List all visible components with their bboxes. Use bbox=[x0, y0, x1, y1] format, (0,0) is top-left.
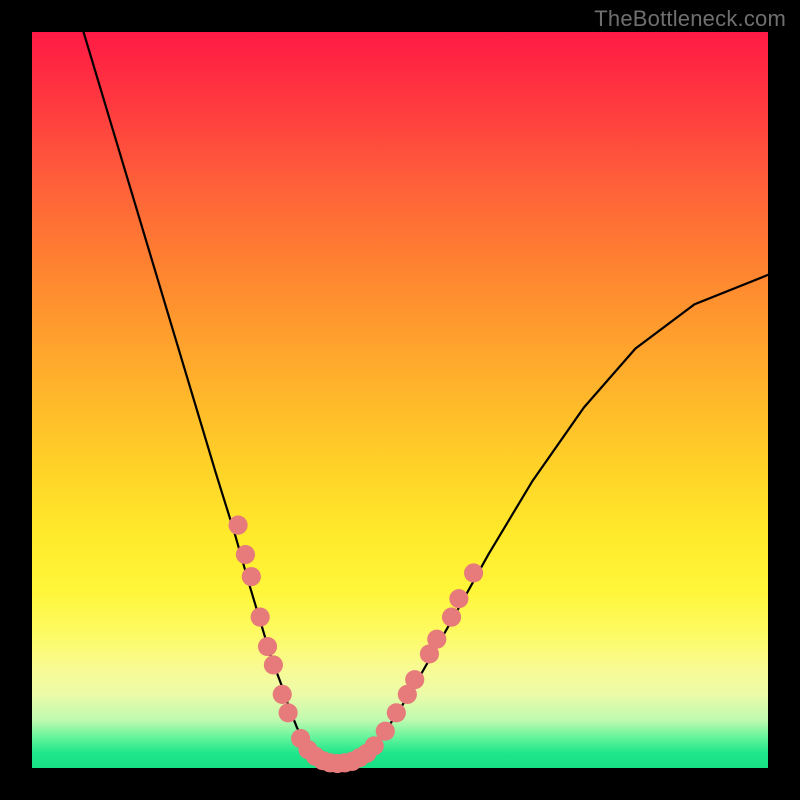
data-marker bbox=[236, 545, 255, 564]
data-marker bbox=[229, 516, 248, 535]
chart-svg bbox=[32, 32, 768, 768]
data-marker bbox=[279, 703, 298, 722]
data-marker bbox=[405, 670, 424, 689]
data-marker bbox=[251, 608, 270, 627]
data-marker bbox=[442, 608, 461, 627]
chart-plot-area bbox=[32, 32, 768, 768]
data-marker bbox=[258, 637, 277, 656]
data-marker bbox=[242, 567, 261, 586]
marker-group bbox=[229, 516, 484, 774]
data-marker bbox=[264, 655, 283, 674]
data-marker bbox=[273, 685, 292, 704]
data-marker bbox=[449, 589, 468, 608]
data-marker bbox=[464, 563, 483, 582]
data-marker bbox=[376, 722, 395, 741]
data-marker bbox=[387, 703, 406, 722]
watermark-text: TheBottleneck.com bbox=[594, 6, 786, 32]
data-marker bbox=[427, 630, 446, 649]
